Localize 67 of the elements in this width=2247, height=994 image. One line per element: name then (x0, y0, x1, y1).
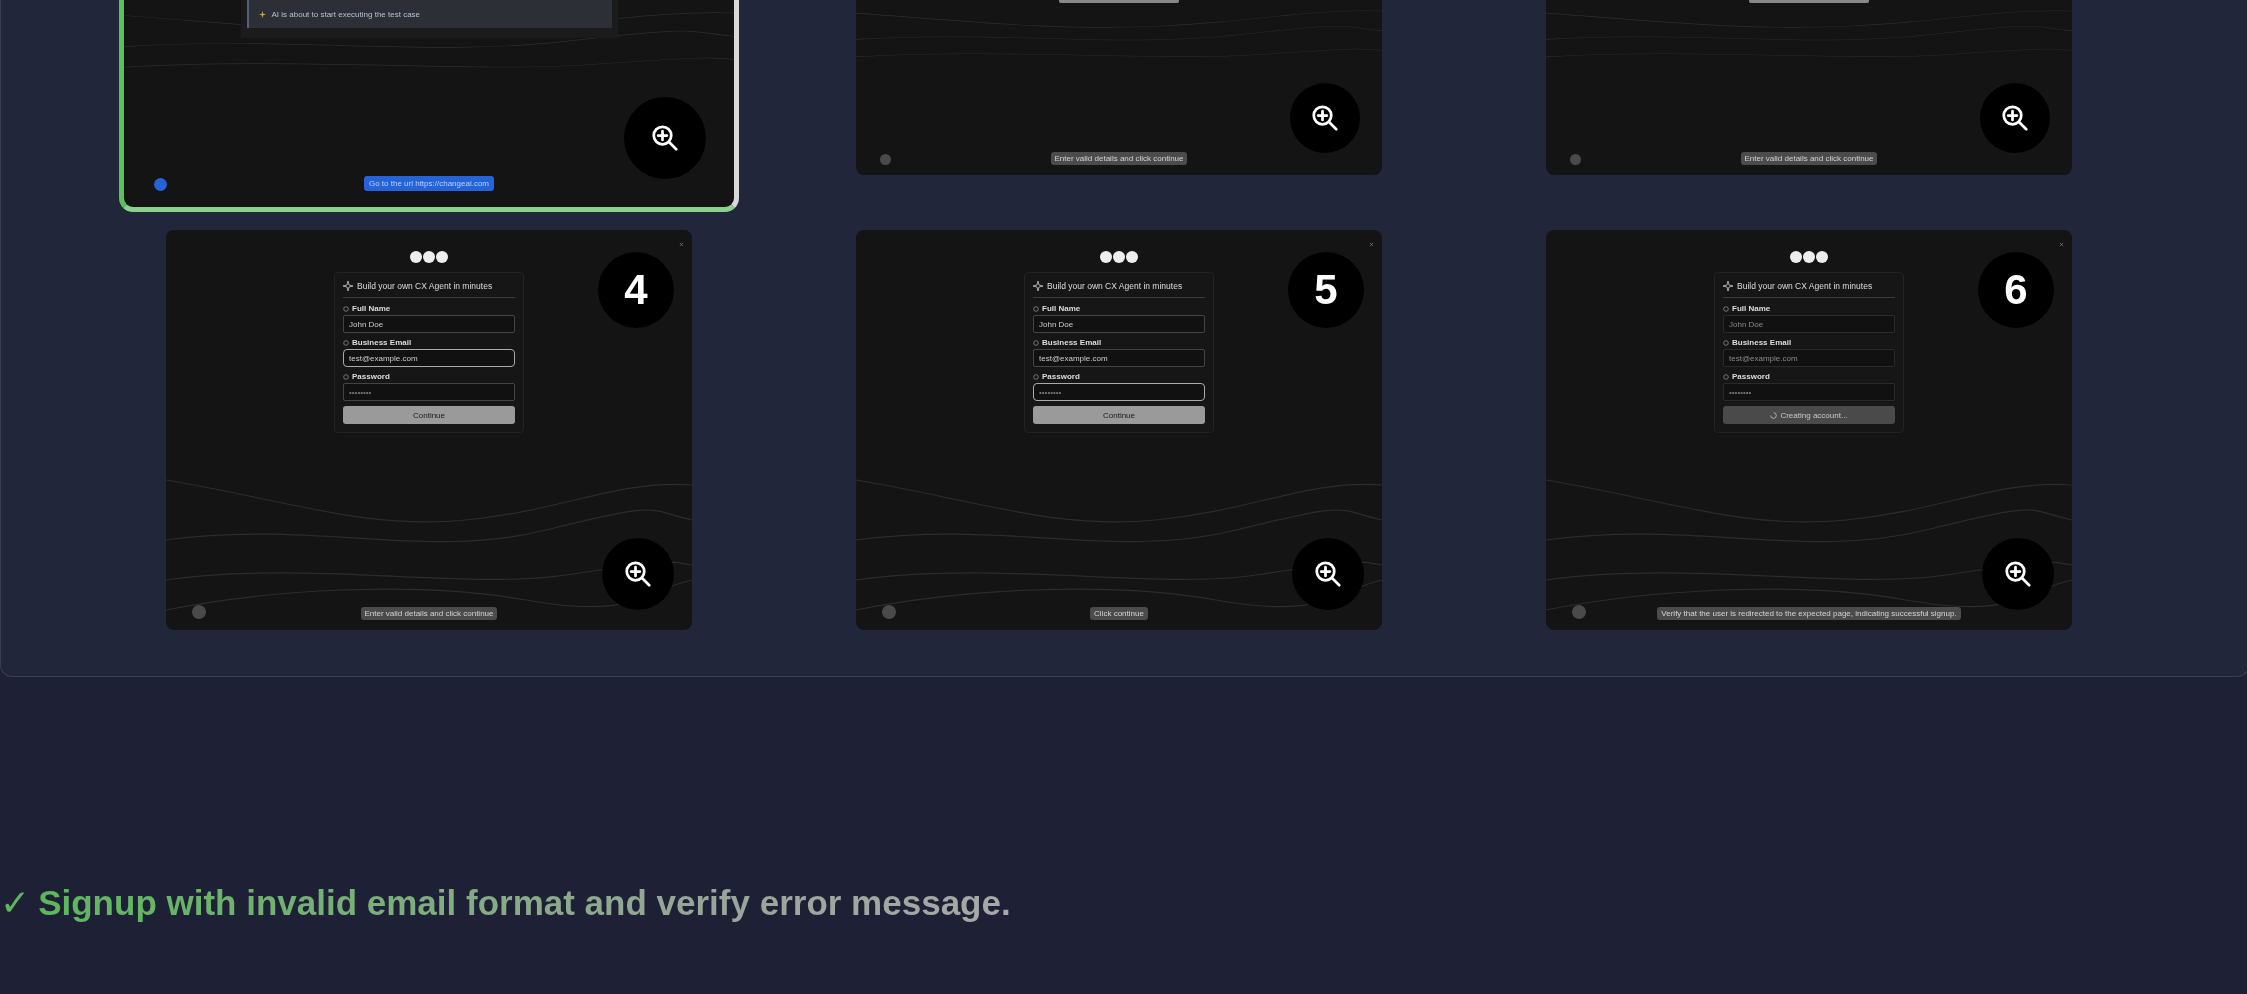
field-label: Business Email (1732, 338, 1792, 347)
field-icon (343, 305, 349, 312)
input-field[interactable]: •••••••• (343, 383, 515, 401)
field-label: Password (352, 372, 390, 381)
step-card[interactable]: Enter valid details and click continue (856, 0, 1382, 175)
field-icon (343, 373, 349, 380)
field-icon (343, 339, 349, 346)
sparkle-icon (1723, 281, 1733, 291)
status-dot (882, 605, 896, 619)
field-icon (1033, 373, 1039, 380)
check-mark: ✓ (0, 882, 31, 923)
dots-logo-icon (409, 250, 449, 264)
sparkle-icon (343, 281, 353, 291)
step-card[interactable]: Build your own CX Agent in minutes Full Name John Doe Business Email test@example.com Password •••••••• Continue 5 Click continue (856, 230, 1382, 630)
close-icon[interactable] (679, 242, 684, 247)
field-icon (1033, 305, 1039, 312)
field-label: Business Email (1042, 338, 1102, 347)
step-number: 4 (598, 252, 674, 328)
zoom-in-icon (623, 559, 653, 589)
sparkle-icon (1033, 281, 1043, 291)
field-label: Password (1732, 372, 1770, 381)
dots-logo-icon (1099, 250, 1139, 264)
input-field[interactable]: test@example.com (1033, 349, 1205, 367)
step-caption: Verify that the user is redirected to the expected page, indicating successful signup. (1657, 607, 1961, 620)
sparkle-icon (258, 10, 266, 18)
step-caption: Enter valid details and click continue (1740, 152, 1878, 165)
field-label: Full Name (352, 304, 391, 313)
input-field[interactable]: •••••••• (1033, 383, 1205, 401)
status-dot (880, 154, 891, 165)
step-card[interactable]: AI is about to start executing the test case Go to the url https://changeai.com (119, 0, 739, 212)
step-number: 5 (1288, 252, 1364, 328)
message-text: AI is about to start executing the test case (271, 9, 421, 19)
step-card[interactable]: Build your own CX Agent in minutes Full Name John Doe Business Email test@example.com Password •••••••• Continue 4 Enter valid details and click continue (166, 230, 692, 630)
field-icon (1723, 373, 1729, 380)
field-label: Full Name (1732, 304, 1771, 313)
form-title: Build your own CX Agent in minutes (1047, 281, 1183, 291)
step-card[interactable]: Enter valid details and click continue (1546, 0, 2072, 175)
field-icon (1723, 305, 1729, 312)
zoom-in-icon (1313, 559, 1343, 589)
status-dot (1570, 154, 1581, 165)
field-icon (1723, 339, 1729, 346)
input-field[interactable]: John Doe (1033, 315, 1205, 333)
field-label: Password (1042, 372, 1080, 381)
field-label: Business Email (352, 338, 412, 347)
step-caption: Enter valid details and click continue (360, 607, 498, 620)
step-caption: Click continue (1090, 607, 1148, 620)
dots-logo-icon (1789, 250, 1829, 264)
field-icon (1033, 339, 1039, 346)
status-dot (1572, 605, 1586, 619)
zoom-in-icon (650, 123, 680, 153)
step-caption: Enter valid details and click continue (1050, 152, 1188, 165)
field-label: Full Name (1042, 304, 1081, 313)
zoom-in-icon (1310, 103, 1340, 133)
step-caption: Go to the url https://changeai.com (363, 176, 495, 191)
spinner-icon (1770, 411, 1778, 419)
continue-button[interactable]: Continue (343, 406, 515, 424)
form-title: Build your own CX Agent in minutes (357, 281, 493, 291)
zoom-in-icon (2003, 559, 2033, 589)
step-number: 6 (1978, 252, 2054, 328)
form-title: Build your own CX Agent in minutes (1737, 281, 1873, 291)
input-field[interactable]: John Doe (343, 315, 515, 333)
status-dot (192, 605, 206, 619)
close-icon[interactable] (1369, 242, 1374, 247)
input-field[interactable]: test@example.com (343, 349, 515, 367)
zoom-in-icon (2000, 103, 2030, 133)
continue-button[interactable]: Continue (1033, 406, 1205, 424)
status-dot (154, 178, 167, 191)
